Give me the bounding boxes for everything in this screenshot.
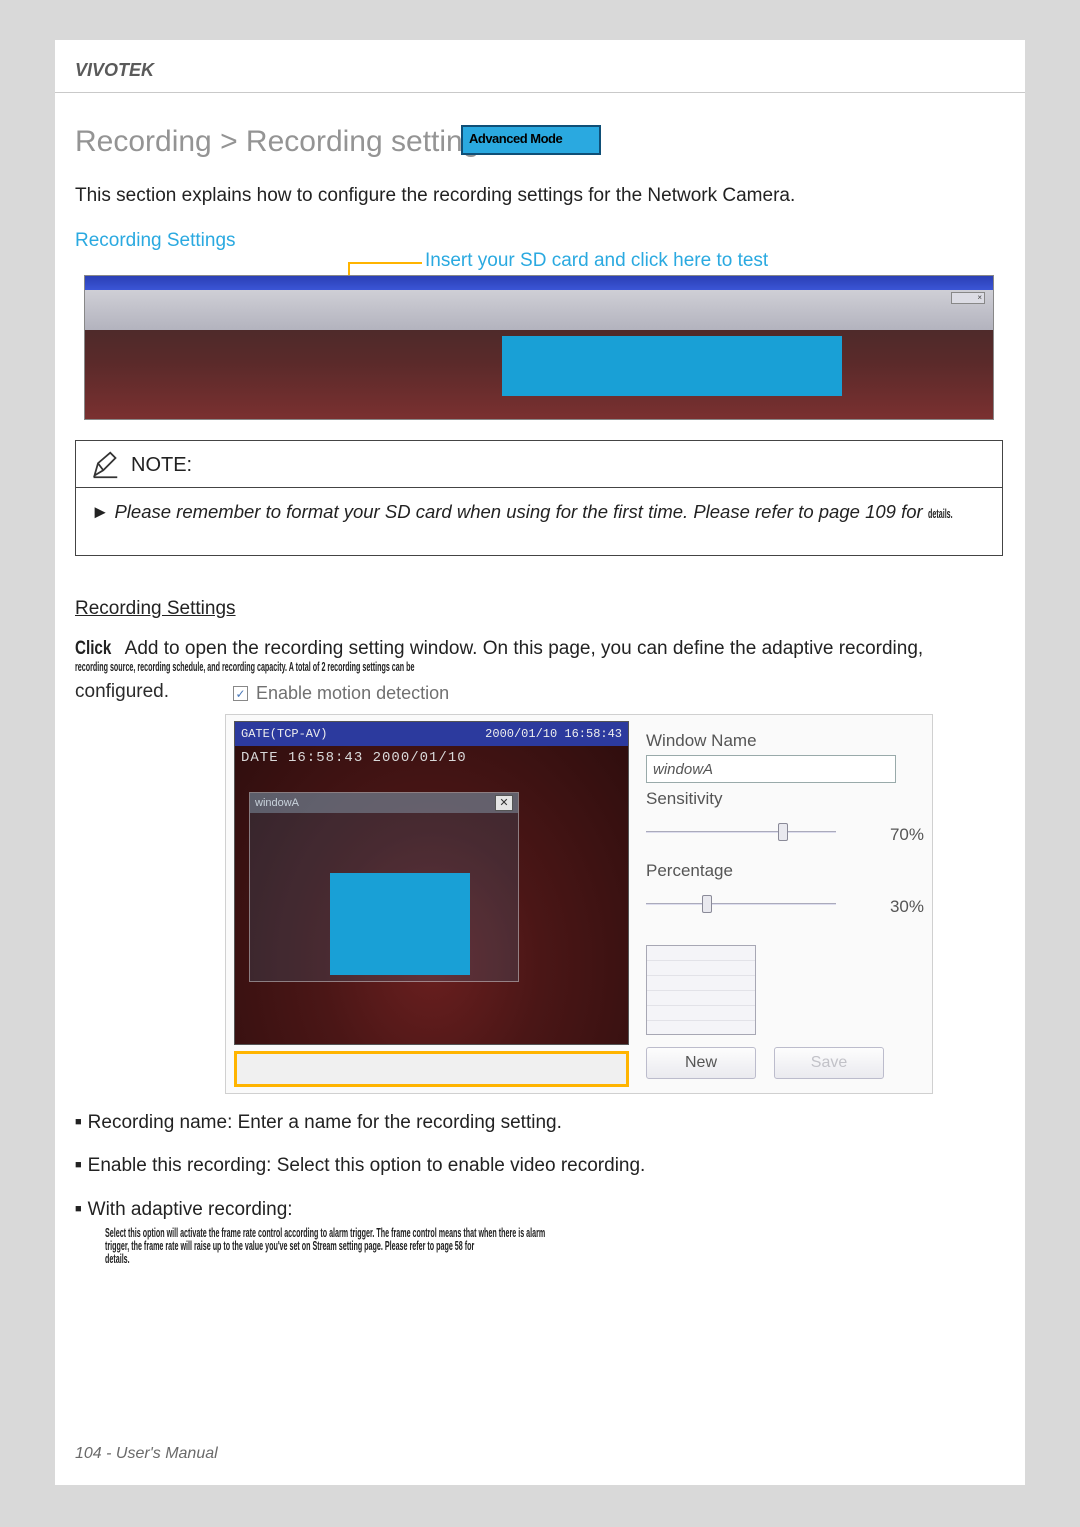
percentage-thumb[interactable]	[702, 895, 712, 913]
close-icon[interactable]: ×	[951, 292, 985, 304]
recording-settings-screenshot: ×	[84, 275, 994, 420]
bullet-enable-recording: ■Enable this recording: Select this opti…	[75, 1151, 1003, 1180]
click-add-tail: recording source, recording schedule, an…	[75, 660, 585, 673]
configured-word: configured.	[75, 681, 169, 703]
motion-window-label: windowA	[255, 797, 299, 809]
note-body: ► Please remember to format your SD card…	[91, 500, 987, 525]
percentage-slider[interactable]: 30%	[646, 887, 924, 927]
note-title: NOTE:	[131, 454, 192, 477]
motion-detection-screenshot: ✓ Enable motion detection GATE(TCP-AV) 2…	[225, 680, 940, 1094]
percentage-label: Percentage	[646, 861, 924, 881]
motion-window-list[interactable]	[646, 945, 756, 1035]
page-footer: 104 - User's Manual	[75, 1445, 218, 1463]
note-box: NOTE: ► Please remember to format your S…	[75, 440, 1003, 556]
new-button[interactable]: New	[646, 1047, 756, 1079]
brand: VIVOTEK	[75, 60, 154, 81]
save-button[interactable]: Save	[774, 1047, 884, 1079]
click-add-rest: to open the recording setting window. On…	[164, 638, 923, 659]
bullet-adaptive-recording: ■With adaptive recording:	[75, 1195, 1003, 1224]
note-body-tail: details.	[928, 505, 953, 523]
note-arrow-icon: ►	[91, 501, 114, 522]
sd-card-callout: Insert your SD card and click here to te…	[425, 250, 768, 272]
manual-page: VIVOTEK Recording > Recording settings A…	[55, 40, 1025, 1485]
sensitivity-track	[646, 831, 836, 833]
titlebar-left: GATE(TCP-AV)	[241, 727, 327, 741]
sensitivity-label: Sensitivity	[646, 789, 924, 809]
motion-window-header[interactable]: windowA ✕	[250, 793, 518, 813]
window-name-label: Window Name	[646, 731, 924, 751]
click-word: Click	[75, 638, 111, 660]
motion-side-panel: Window Name Sensitivity 70% Percentage 3…	[646, 725, 924, 927]
percentage-track	[646, 903, 836, 905]
intro-text: This section explains how to configure t…	[75, 185, 795, 207]
overlay-tooltip	[502, 336, 842, 396]
page-title: Recording > Recording settings	[75, 125, 494, 159]
mode-badge: Advanced Mode	[461, 125, 601, 155]
callout-leader-h	[348, 262, 422, 264]
enable-motion-label: Enable motion detection	[256, 683, 449, 704]
recording-settings-underline: Recording Settings	[75, 598, 236, 620]
percentage-value: 30%	[890, 897, 924, 917]
pencil-icon	[91, 451, 119, 479]
header-rule	[55, 92, 1025, 93]
bullet-recording-name: ■Recording name: Enter a name for the re…	[75, 1108, 1003, 1137]
window-titlebar	[85, 276, 993, 290]
adaptive-sub-text: Select this option will activate the fra…	[105, 1226, 1003, 1265]
enable-motion-checkbox[interactable]: ✓	[233, 686, 248, 701]
window-name-input[interactable]	[646, 755, 896, 783]
sensitivity-value: 70%	[890, 825, 924, 845]
motion-video-titlebar: GATE(TCP-AV) 2000/01/10 16:58:43	[235, 722, 628, 746]
enable-motion-row[interactable]: ✓ Enable motion detection	[225, 680, 940, 714]
click-add-paragraph: Click Add to open the recording setting …	[75, 638, 1003, 673]
bullet-list: ■Recording name: Enter a name for the re…	[75, 1108, 1003, 1265]
motion-indicator-bar	[234, 1051, 629, 1087]
titlebar-right: 2000/01/10 16:58:43	[485, 727, 622, 741]
motion-window-fill	[330, 873, 470, 975]
sensitivity-thumb[interactable]	[778, 823, 788, 841]
motion-video-area: GATE(TCP-AV) 2000/01/10 16:58:43 DATE 16…	[234, 721, 629, 1045]
video-sky-area	[85, 290, 993, 330]
motion-buttons: New Save	[646, 1047, 884, 1079]
close-icon[interactable]: ✕	[495, 795, 513, 811]
add-word: Add	[125, 638, 159, 659]
motion-window[interactable]: windowA ✕	[249, 792, 519, 982]
sensitivity-slider[interactable]: 70%	[646, 815, 924, 855]
motion-panel: GATE(TCP-AV) 2000/01/10 16:58:43 DATE 16…	[225, 714, 933, 1094]
note-header: NOTE:	[76, 441, 1002, 488]
recording-settings-subhead: Recording Settings	[75, 230, 236, 252]
video-osd-text: DATE 16:58:43 2000/01/10	[235, 746, 628, 770]
note-body-text: Please remember to format your SD card w…	[114, 501, 922, 522]
